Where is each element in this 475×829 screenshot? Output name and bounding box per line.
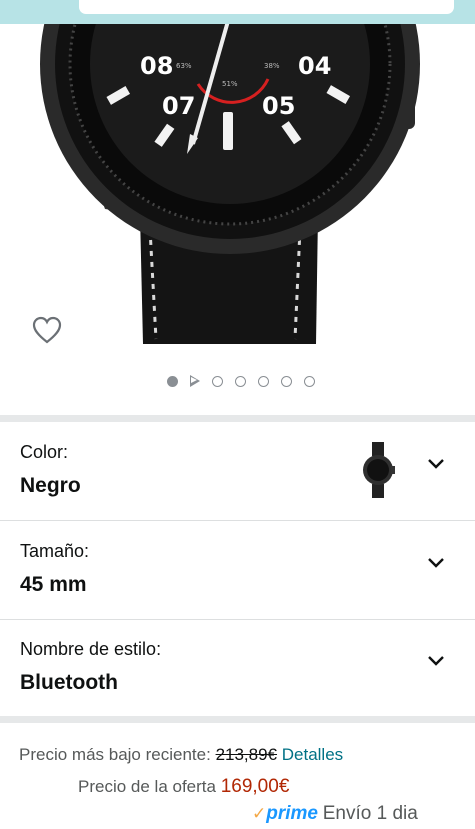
deal-label: Precio de la oferta (78, 777, 216, 796)
color-thumbnail (363, 442, 395, 498)
option-value: Negro (20, 474, 81, 497)
section-divider (0, 415, 475, 422)
carousel-indicators (0, 373, 475, 389)
option-style[interactable]: Nombre de estilo: Bluetooth (0, 620, 475, 716)
option-size[interactable]: Tamaño: 45 mm (0, 521, 475, 620)
carousel-dot[interactable] (234, 375, 246, 387)
heart-icon (32, 316, 62, 344)
numeral-04: 04 (298, 52, 331, 80)
deal-price: 169,00€ (220, 776, 290, 797)
numeral-08: 08 (140, 52, 173, 80)
option-label: Color: (20, 442, 69, 462)
recent-low-price: 213,89€ (215, 745, 278, 764)
delivery-text: Envío 1 dia (322, 803, 418, 824)
carousel-dot[interactable] (257, 375, 269, 387)
chevron-down-icon (428, 656, 444, 666)
option-label: Tamaño: (20, 541, 90, 561)
play-icon[interactable] (189, 375, 200, 387)
carousel-dot[interactable] (166, 375, 178, 387)
recent-low-label: Precio más bajo reciente: (19, 745, 211, 764)
option-value: 45 mm (20, 573, 87, 596)
product-image[interactable]: 08 07 04 05 63% 38% 51% (0, 24, 475, 352)
deal-price-line: Precio de la oferta 169,00€ (78, 776, 289, 798)
chevron-down-icon (428, 459, 444, 469)
prime-badge: prime (266, 803, 318, 824)
option-color[interactable]: Color: Negro (0, 422, 475, 521)
numeral-07: 07 (162, 92, 195, 120)
subdial-label-2: 38% (264, 62, 280, 70)
recent-low-price-line: Precio más bajo reciente: 213,89€ Detall… (19, 745, 343, 765)
carousel-dot[interactable] (211, 375, 223, 387)
carousel-dot[interactable] (280, 375, 292, 387)
carousel-dot[interactable] (303, 375, 315, 387)
numeral-05: 05 (262, 92, 295, 120)
subdial-label-1: 63% (176, 62, 192, 70)
section-divider (0, 716, 475, 723)
watch-image: 08 07 04 05 63% 38% 51% (40, 24, 420, 344)
details-link[interactable]: Detalles (282, 745, 343, 764)
option-label: Nombre de estilo: (20, 639, 162, 659)
prime-check-icon: ✓ (252, 804, 267, 823)
subdial-label-3: 51% (222, 80, 238, 88)
prime-delivery-line: ✓prime Envío 1 dia (252, 803, 418, 825)
search-box[interactable] (79, 0, 454, 14)
wishlist-button[interactable] (31, 315, 63, 345)
option-value: Bluetooth (20, 671, 118, 694)
chevron-down-icon (428, 558, 444, 568)
